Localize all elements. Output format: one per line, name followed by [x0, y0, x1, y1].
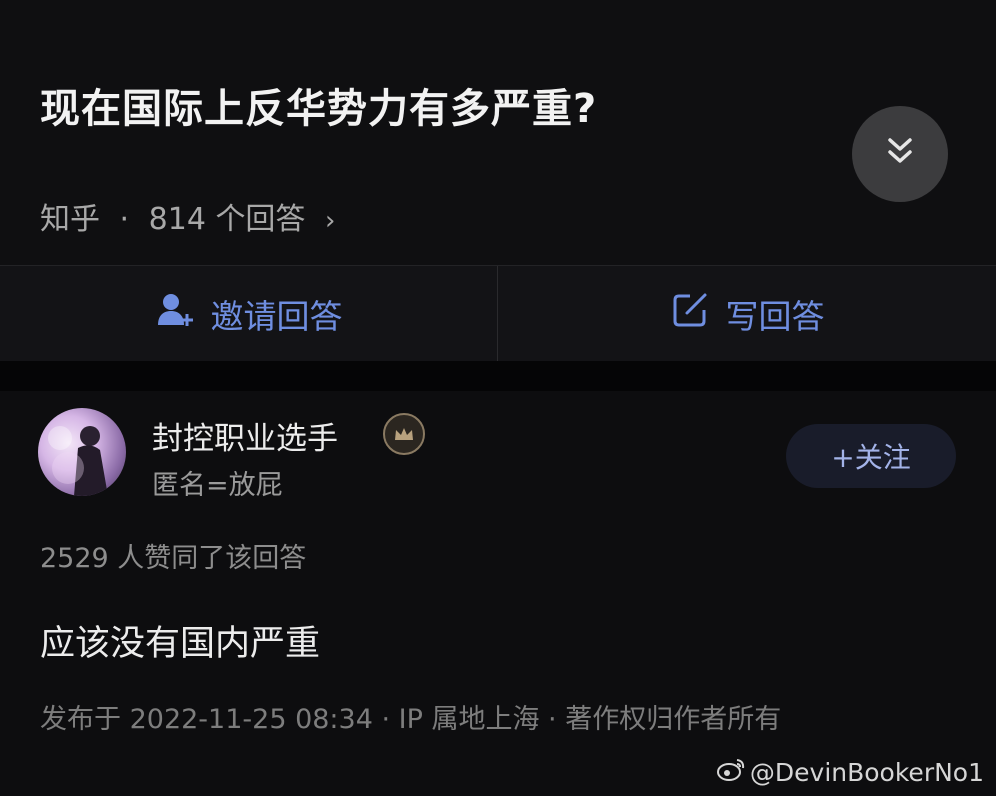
avatar[interactable]	[38, 408, 126, 496]
double-chevron-down-icon	[885, 135, 915, 173]
invite-answer-label: 邀请回答	[210, 296, 343, 336]
crown-badge-icon	[383, 413, 425, 455]
write-answer-label: 写回答	[725, 296, 825, 336]
publish-info: 发布于 2022-11-25 08:34 · IP 属地上海 · 著作权归作者所…	[40, 704, 782, 735]
author-bio: 匿名=放屁	[152, 470, 283, 501]
write-answer-button[interactable]: 写回答	[498, 266, 996, 361]
author-name[interactable]: 封控职业选手	[152, 413, 338, 458]
watermark-handle: @DevinBookerNo1	[749, 757, 984, 787]
vote-count-text: 2529 人赞同了该回答	[40, 543, 307, 574]
source-label: 知乎	[40, 202, 100, 237]
answer-content[interactable]: 应该没有国内严重	[40, 615, 320, 666]
answer-count: 814 个回答	[148, 202, 306, 237]
watermark: @DevinBookerNo1	[716, 756, 984, 788]
add-user-icon	[155, 290, 195, 338]
edit-icon	[670, 290, 710, 338]
meta-dot: ·	[119, 202, 130, 237]
action-bar: 邀请回答 写回答	[0, 265, 996, 362]
weibo-logo-icon	[716, 756, 746, 788]
question-meta-link[interactable]: 知乎 · 814 个回答 ›	[40, 194, 335, 238]
follow-button[interactable]: +关注	[786, 424, 956, 488]
section-separator	[0, 361, 996, 391]
question-header: 现在国际上反华势力有多严重? 知乎 · 814 个回答 ›	[0, 0, 996, 265]
answer-card: 封控职业选手 匿名=放屁 +关注 2529 人赞同了该回答 应该没有国内严重 发…	[0, 391, 996, 796]
question-title: 现在国际上反华势力有多严重?	[40, 86, 598, 132]
collapse-button[interactable]	[852, 106, 948, 202]
invite-answer-button[interactable]: 邀请回答	[0, 266, 497, 361]
chevron-right-icon: ›	[324, 206, 336, 236]
